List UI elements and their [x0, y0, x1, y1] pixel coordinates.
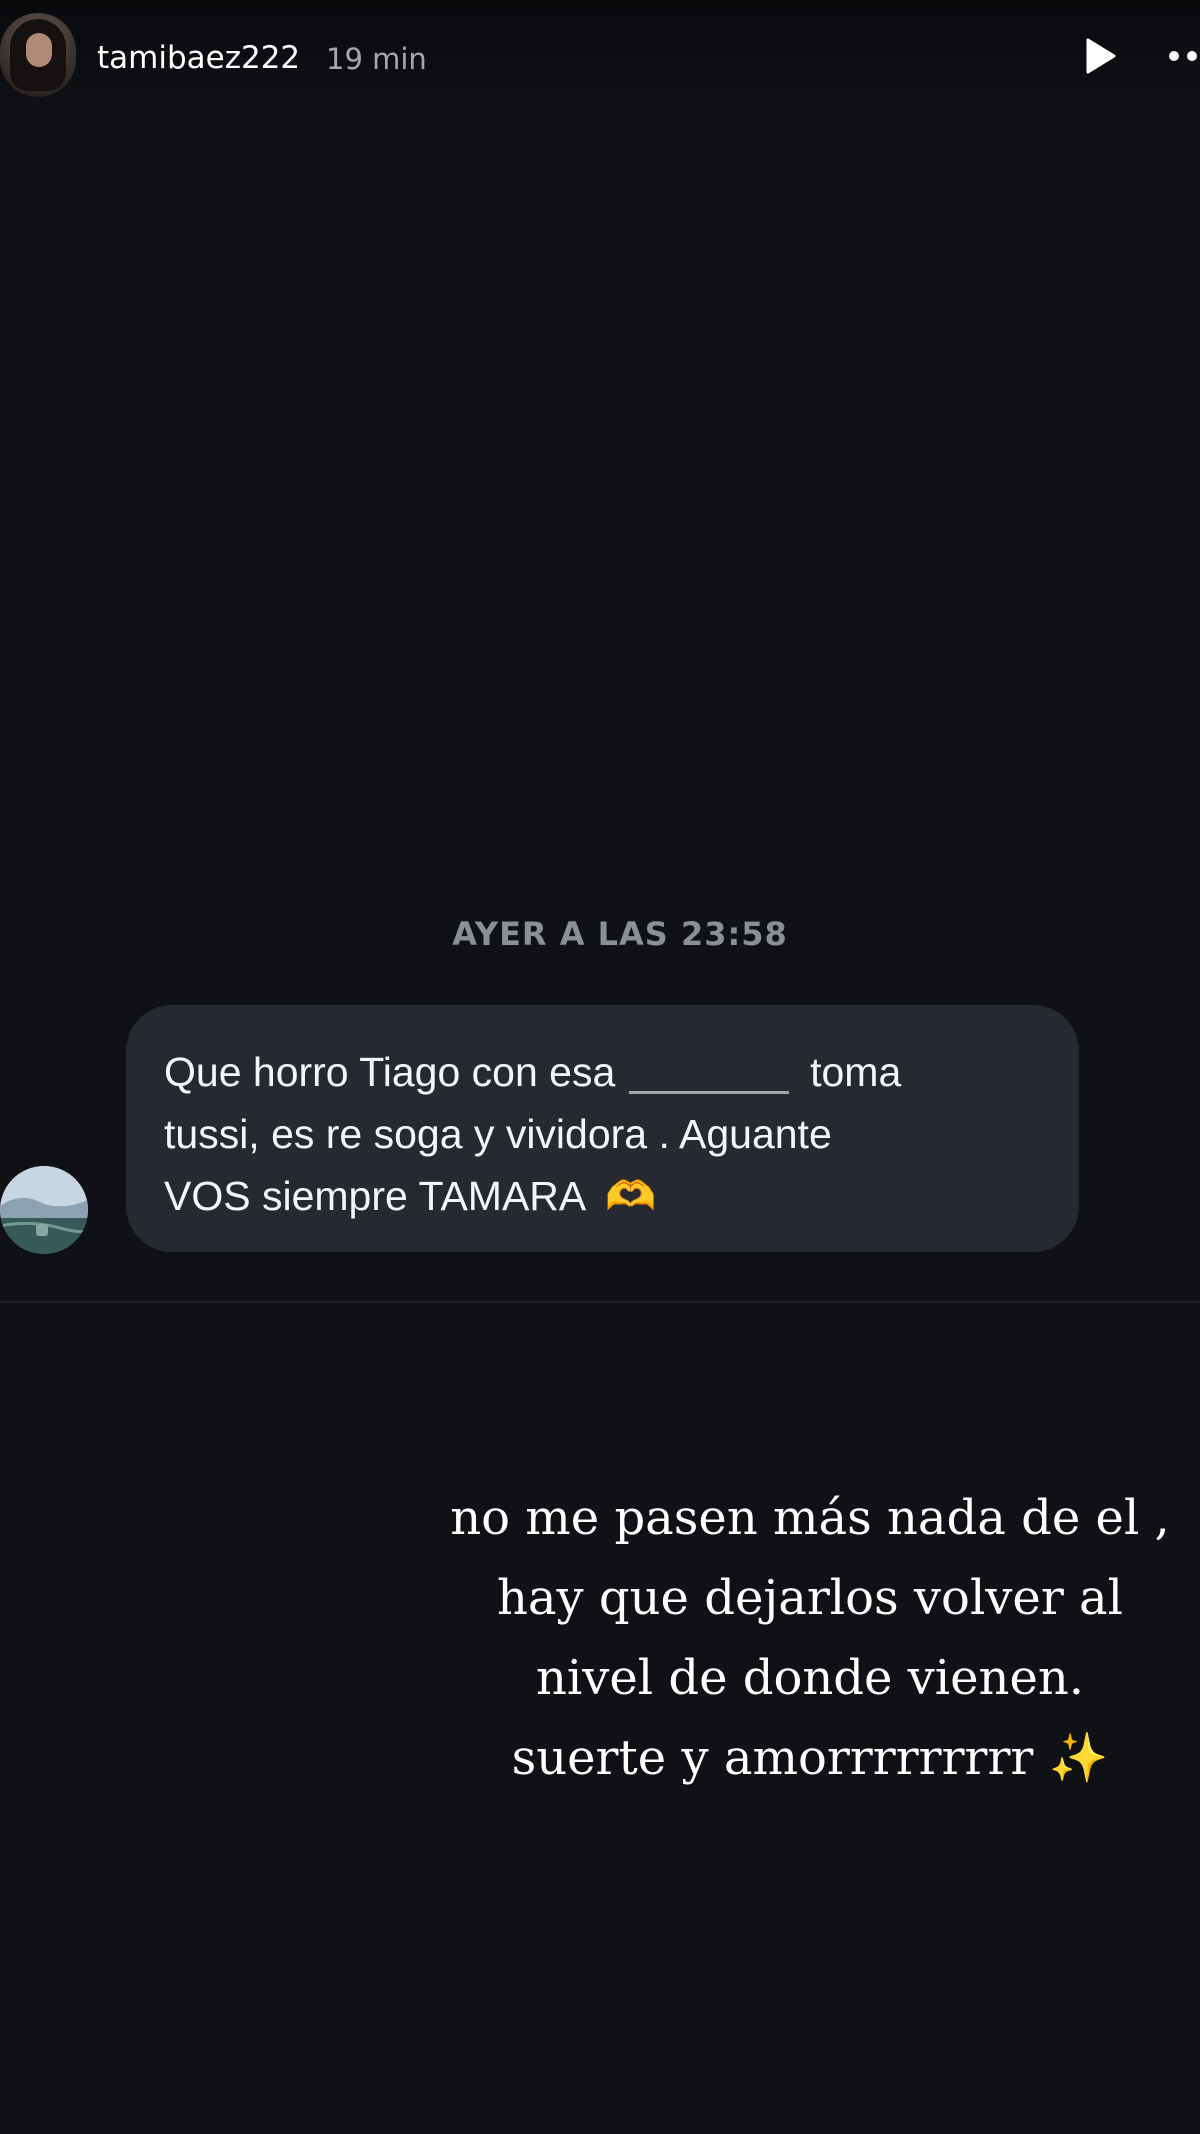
heart-hands-icon: 🫶 — [605, 1173, 657, 1219]
message-timestamp: AYER A LAS 23:58 — [452, 915, 788, 953]
profile-avatar[interactable] — [0, 13, 76, 97]
divider — [0, 1301, 1200, 1303]
caption-line-4-text: suerte y amorrrrrrrrr — [511, 1730, 1034, 1786]
message-line-2: tussi, es re soga y vividora . Aguante — [164, 1111, 832, 1157]
sparkles-icon: ✨ — [1048, 1730, 1109, 1786]
message-bubble[interactable]: Que horro Tiago con esa toma tussi, es r… — [126, 1005, 1079, 1252]
message-line-3: VOS siempre TAMARA 🫶 — [164, 1165, 1039, 1227]
caption-line-3: nivel de donde vienen. — [535, 1650, 1085, 1706]
redacted-word — [626, 1058, 799, 1095]
sender-avatar — [0, 1166, 88, 1254]
play-icon[interactable] — [1080, 36, 1120, 76]
caption-line-1: no me pasen más nada de el , — [450, 1490, 1170, 1546]
avatar-face — [26, 33, 52, 67]
story-caption: no me pasen más nada de el , hay que dej… — [380, 1478, 1200, 1798]
username[interactable]: tamibaez222 — [97, 38, 300, 78]
story-header: tamibaez222 19 min — [0, 0, 1200, 110]
message-line-1: Que horro Tiago con esa toma — [164, 1041, 1039, 1103]
more-icon[interactable] — [1160, 36, 1200, 76]
message-line-1-end: toma — [810, 1049, 902, 1095]
caption-line-2: hay que dejarlos volver al — [497, 1570, 1123, 1626]
caption-line-4: suerte y amorrrrrrrrr ✨ — [380, 1718, 1200, 1798]
time-ago: 19 min — [326, 42, 427, 76]
message-line-1-text: Que horro Tiago con esa — [164, 1049, 616, 1095]
message-line-3-text: VOS siempre TAMARA — [164, 1173, 584, 1219]
